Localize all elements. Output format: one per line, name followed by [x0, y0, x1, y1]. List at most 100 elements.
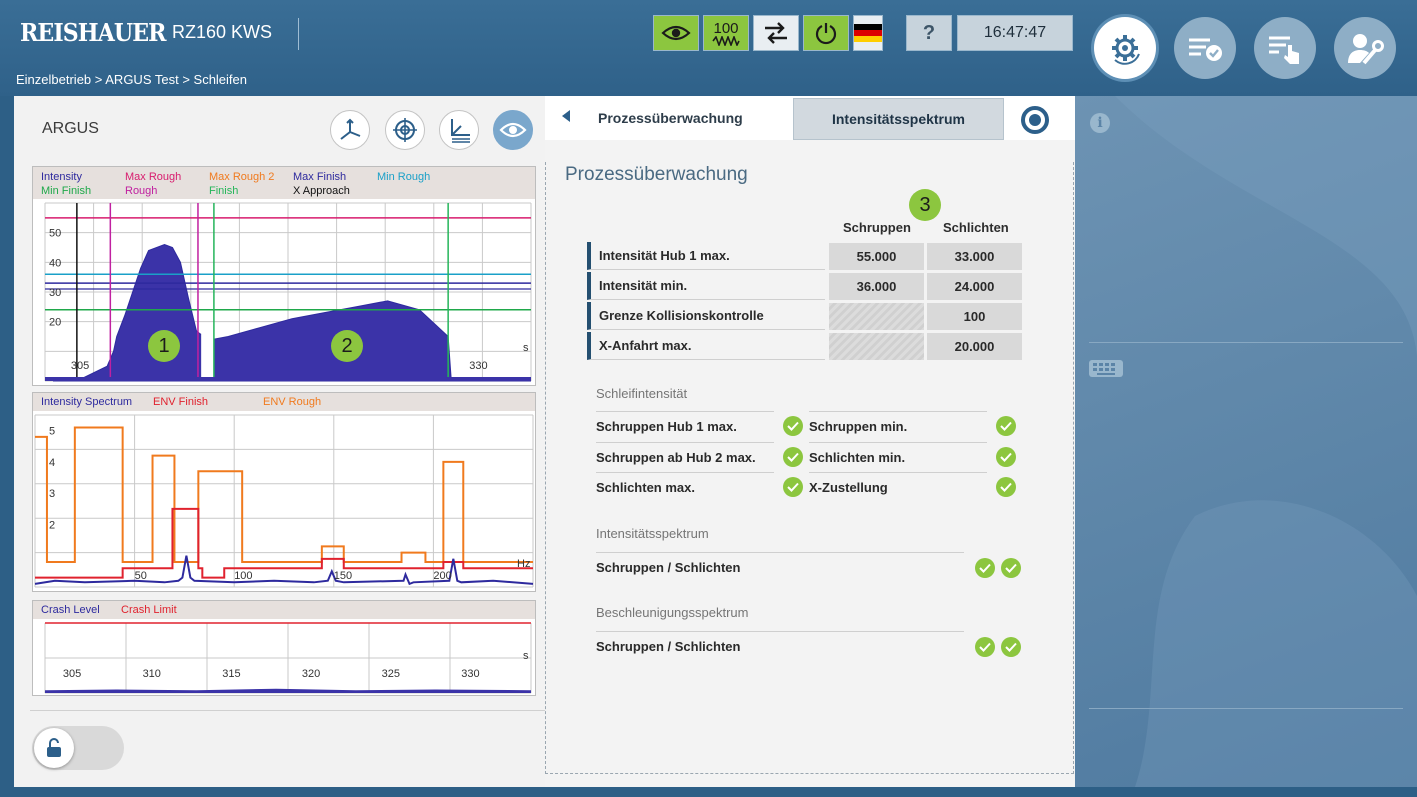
- speed-override-button[interactable]: 100: [703, 15, 749, 51]
- crash-chart: Crash Level Crash Limit 305 310 315 320 325 3…: [32, 600, 536, 696]
- eye-icon: [661, 25, 691, 41]
- user-wrench-icon: [1348, 34, 1384, 65]
- param-value-schlichten[interactable]: 20.000: [927, 333, 1022, 360]
- param-row: Intensität min.: [587, 272, 825, 300]
- intensity-area: [52, 243, 531, 382]
- param-value-schruppen[interactable]: 55.000: [829, 243, 924, 270]
- axis-chart-button[interactable]: [439, 110, 479, 150]
- axis-view-button[interactable]: [330, 110, 370, 150]
- check-icon: [783, 477, 803, 497]
- legend-crash-limit: Crash Limit: [121, 604, 177, 616]
- marker-badge-1: 1: [148, 330, 180, 362]
- legend-min-finish: Min Finish: [41, 185, 92, 197]
- machine-name: RZ160 KWS: [172, 22, 273, 42]
- axis-chart-icon: [451, 119, 470, 143]
- check-icon: [996, 447, 1016, 467]
- power-button[interactable]: [803, 15, 849, 51]
- legend-max-finish: Max Finish: [293, 171, 347, 183]
- col-header-schruppen: Schruppen: [843, 220, 911, 235]
- param-value-schlichten[interactable]: 33.000: [927, 243, 1022, 270]
- speed-value: 100: [713, 19, 739, 37]
- x-tick-label: 310: [143, 668, 161, 680]
- spectrum-plot: 5 4 3 2 50 100 150 200 Hz: [34, 414, 534, 588]
- param-value-schlichten[interactable]: 100: [927, 303, 1022, 330]
- axis-icon: [340, 118, 361, 140]
- x-tick-label: 305: [71, 360, 89, 372]
- monitor-eye-button[interactable]: [653, 15, 699, 51]
- y-tick-label: 40: [49, 257, 61, 269]
- german-flag-icon: [854, 24, 882, 42]
- schleif-row: Schruppen min.: [809, 411, 987, 441]
- intensity-plot: 50 40 30 20 305 330 s: [44, 202, 532, 382]
- breadcrumb: Einzelbetrieb > ARGUS Test > Schleifen: [16, 72, 247, 87]
- schleif-row: X-Zustellung: [809, 472, 987, 502]
- schleif-row: Schlichten min.: [809, 442, 987, 472]
- process-panel: Prozessüberwachung Intensitätsspektrum P…: [545, 96, 1075, 787]
- check-icon: [975, 558, 995, 578]
- crash-plot: 305 310 315 320 325 330 s: [44, 622, 532, 694]
- beschleunigungsspektrum-heading: Beschleunigungsspektrum: [596, 605, 749, 620]
- check-icon: [996, 477, 1016, 497]
- target-button[interactable]: [385, 110, 425, 150]
- tab-intensitaetsspektrum[interactable]: Intensitätsspektrum: [793, 98, 1004, 140]
- beschleunigung-row: Schruppen / Schlichten: [596, 631, 964, 661]
- nav-manual-button[interactable]: [1254, 17, 1316, 79]
- header-divider: [298, 18, 299, 50]
- intensity-chart: Intensity Max Rough Max Rough 2 Max Fini…: [32, 166, 536, 386]
- x-unit-label: s: [523, 650, 529, 662]
- nav-checklist-button[interactable]: [1174, 17, 1236, 79]
- y-tick-label: 5: [49, 426, 55, 438]
- list-check-icon: [1189, 38, 1222, 61]
- y-tick-label: 50: [49, 228, 61, 240]
- y-tick-label: 30: [49, 287, 61, 299]
- record-button[interactable]: [1021, 106, 1049, 134]
- legend-x-approach: X Approach: [293, 185, 350, 197]
- keyboard-icon[interactable]: [1089, 360, 1123, 377]
- lock-toggle[interactable]: [32, 726, 124, 770]
- brand-logo: REISHAUER: [20, 18, 167, 47]
- list-touch-icon: [1269, 36, 1299, 64]
- marker-badge-2: 2: [331, 330, 363, 362]
- param-value-schruppen[interactable]: 36.000: [829, 273, 924, 300]
- x-tick-label: 330: [461, 668, 479, 680]
- info-icon[interactable]: i: [1090, 113, 1110, 133]
- lock-knob[interactable]: [34, 728, 74, 768]
- param-value-schruppen-disabled: [829, 303, 924, 330]
- x-tick-label: 315: [222, 668, 240, 680]
- legend-env-finish: ENV Finish: [153, 396, 209, 408]
- eye-icon: [499, 122, 527, 138]
- series-line: [34, 555, 534, 586]
- gear-cycle-icon: [1112, 35, 1140, 65]
- param-row: Grenze Kollisionskontrolle: [587, 302, 825, 330]
- marker-badge-3: 3: [909, 189, 941, 221]
- help-button[interactable]: ?: [906, 15, 952, 51]
- tab-prozessueberwachung[interactable]: Prozessüberwachung: [582, 96, 793, 140]
- record-icon: [1029, 114, 1041, 126]
- spektrum-row: Schruppen / Schlichten: [596, 552, 964, 582]
- x-tick-label: 330: [469, 360, 487, 372]
- x-tick-label: 305: [63, 668, 81, 680]
- nav-process-button[interactable]: [1094, 17, 1156, 79]
- x-tick-label: 320: [302, 668, 320, 680]
- sidebar-divider: [1089, 708, 1403, 709]
- x-tick-label: 325: [382, 668, 400, 680]
- swap-button[interactable]: [753, 15, 799, 51]
- panel-divider: [30, 710, 545, 711]
- monitor-view-button[interactable]: [493, 110, 533, 150]
- background-decoration: [1115, 96, 1417, 787]
- legend-intensity-spectrum: Intensity Spectrum: [41, 396, 133, 408]
- check-icon: [783, 416, 803, 436]
- y-tick-label: 3: [49, 488, 55, 500]
- intensity-legend: Intensity Max Rough Max Rough 2 Max Fini…: [33, 167, 535, 199]
- check-icon: [1001, 637, 1021, 657]
- param-value-schlichten[interactable]: 24.000: [927, 273, 1022, 300]
- x-tick-label: 150: [334, 570, 352, 582]
- language-button[interactable]: [853, 15, 883, 51]
- argus-title: ARGUS: [42, 120, 99, 137]
- nav-service-button[interactable]: [1334, 17, 1396, 79]
- clock-display: 16:47:47: [957, 15, 1073, 51]
- collapse-button[interactable]: [559, 108, 579, 128]
- x-tick-label: 50: [135, 570, 147, 582]
- check-icon: [1001, 558, 1021, 578]
- intensitaetsspektrum-heading: Intensitätsspektrum: [596, 526, 709, 541]
